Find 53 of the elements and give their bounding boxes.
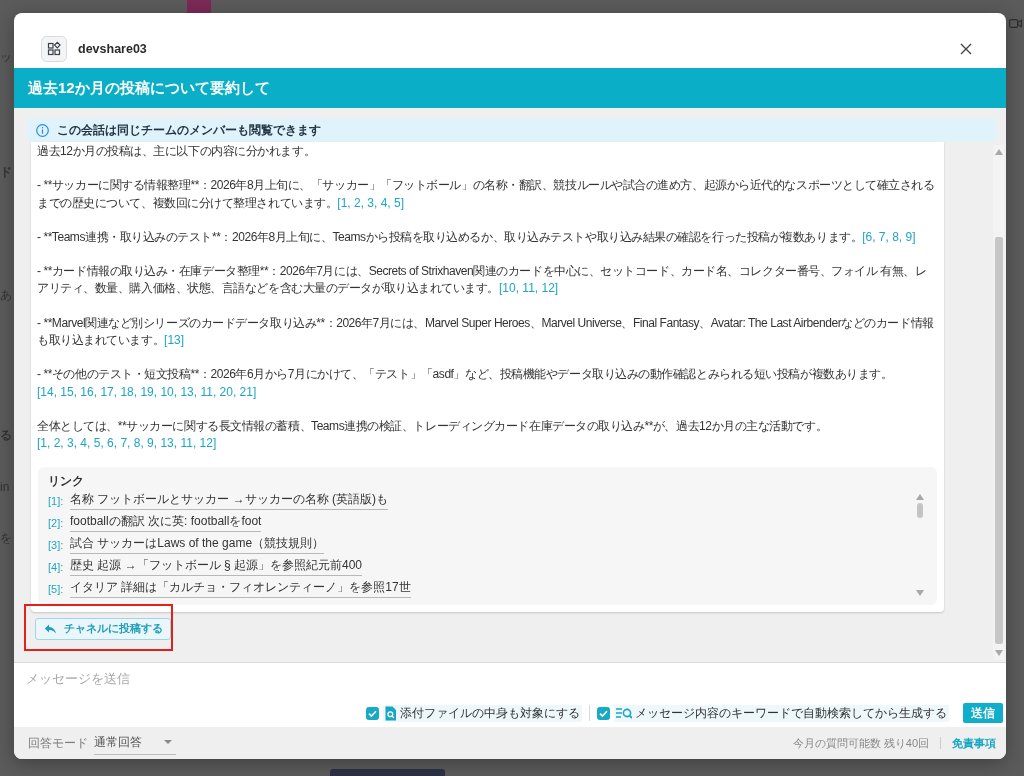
list-search-icon: [616, 707, 632, 719]
notice-text: この会話は同じチームのメンバーも閲覧できます: [57, 121, 321, 139]
answer-paragraph: - **その他のテスト・短文投稿**：2026年6月から7月にかけて、「テスト」「asdf」など、投稿機能やデータ取り込みの動作確認とみられる短い投稿が複数あります。 [14, 15, 16, 17, 18, 19, 10, 13, 11, 20, 21]: [37, 366, 894, 401]
citation-link[interactable]: [10, 11, 12]: [499, 281, 559, 296]
reference-number[interactable]: [4]:: [48, 560, 70, 573]
links-heading: リンク: [48, 472, 84, 489]
citation-link[interactable]: [1, 2, 3, 4, 5, 6, 7, 8, 9, 13, 11, 12]: [37, 436, 217, 451]
close-icon[interactable]: [960, 43, 972, 55]
citation-link[interactable]: [13]: [164, 333, 185, 348]
answer-paragraph: - **Teams連携・取り込みのテスト**：2026年8月上旬に、Teamsから投稿を取り込めるか、取り込みテストや取り込み結果の確認を行った投稿が複数あります。[6, 7, 8, 9]: [37, 228, 917, 246]
answer-paragraph: - **カード情報の取り込み・在庫データ整理**：2026年7月には、Secrets of Strixhaven関連のカードを中心に、セットコード、カード名、コレクター番号、フォイル 有無、レアリティ、数量、購入価格、状態、言語などを含む大量のデータが取り込まれています。[10, 11, 12]: [37, 263, 928, 298]
source-link[interactable]: 歴史 起源 →「フットボール § 起源」を参照紀元前400: [70, 557, 363, 577]
scroll-up-icon[interactable]: [994, 149, 1003, 155]
reference-number[interactable]: [1]:: [48, 494, 70, 507]
scrollbar-thumb[interactable]: [917, 502, 923, 518]
option-label[interactable]: メッセージ内容のキーワードで自動検索してから生成する: [614, 704, 949, 722]
answer-paragraph: 過去12か月の投稿は、主に以下の内容に分かれます。: [37, 143, 317, 160]
option-label[interactable]: 添付ファイルの中身も対象にする: [383, 704, 582, 722]
reference-number[interactable]: [5]:: [48, 582, 70, 595]
scroll-up-icon[interactable]: [916, 493, 924, 500]
scrollbar-thumb[interactable]: [994, 237, 1003, 644]
citation-link[interactable]: [14, 15, 16, 17, 18, 19, 10, 13, 11, 20, 21]: [37, 384, 257, 399]
mode-dropdown[interactable]: 通常回答: [94, 731, 176, 755]
reference-number[interactable]: [3]:: [48, 538, 70, 551]
citation-link[interactable]: [6, 7, 8, 9]: [862, 229, 916, 244]
scrollbar[interactable]: [993, 145, 1004, 660]
source-link[interactable]: 試合 サッカーはLaws of the game（競技規則）: [70, 535, 325, 555]
post-to-channel-button[interactable]: チャネルに投稿する: [35, 617, 171, 640]
reference-number[interactable]: [2]:: [48, 516, 70, 529]
citation-link[interactable]: [1, 2, 3, 4, 5]: [337, 195, 405, 210]
apps-icon: [41, 36, 67, 62]
send-button[interactable]: 送信: [963, 703, 1003, 723]
checkbox[interactable]: [366, 706, 379, 720]
quota-text: 今月の質問可能数 残り40回: [792, 735, 929, 751]
source-link[interactable]: 名称 フットボールとサッカー →サッカーの名称 (英語版)も: [70, 491, 388, 511]
scroll-down-icon[interactable]: [916, 589, 924, 596]
checkbox[interactable]: [597, 706, 610, 720]
tile-icon: [187, 0, 211, 13]
disclaimer-link[interactable]: 免責事項: [952, 735, 996, 751]
scroll-down-icon[interactable]: [994, 650, 1003, 656]
answer-paragraph: 全体としては、**サッカーに関する長文情報の蓄積、Teams連携の検証、トレーディングカード在庫データの取り込み**が、過去12か月の主な活動です。 [1, 2, 3, 4, 5, 6, 7, 8, 9, 13, 11, 12]: [37, 417, 829, 453]
answer-paragraph: - **Marvel関連など別シリーズのカードデータ取り込み**：2026年7月には、Marvel Super Heroes、Marvel Universe、Final Fantasy、Avatar: The Last Airbenderなどのカード情報も取り込まれています。[13]: [37, 314, 935, 350]
info-icon: [36, 123, 49, 137]
reply-icon: [44, 623, 56, 635]
source-link[interactable]: footballの翻訳 次に英: footballをfoot: [70, 513, 262, 533]
mode-label: 回答モード: [28, 734, 88, 752]
document-search-icon: [385, 705, 397, 721]
dialog-title: 過去12か月の投稿について要約して: [28, 78, 270, 98]
caret-icon: [164, 740, 172, 744]
answer-paragraph: - **サッカーに関する情報整理**：2026年8月上旬に、「サッカー」「フットボール」の名称・翻訳、競技ルールや試合の進め方、起源から近代的なスポーツとして確立されるまでの歴史について、複数回に分けて整理されています。[1, 2, 3, 4, 5]: [37, 177, 936, 212]
source-link[interactable]: イタリア 詳細は「カルチョ・フィオレンティーノ」を参照17世: [70, 579, 411, 599]
app-name: devshare03: [78, 41, 147, 58]
video-camera-icon[interactable]: [1009, 18, 1022, 29]
